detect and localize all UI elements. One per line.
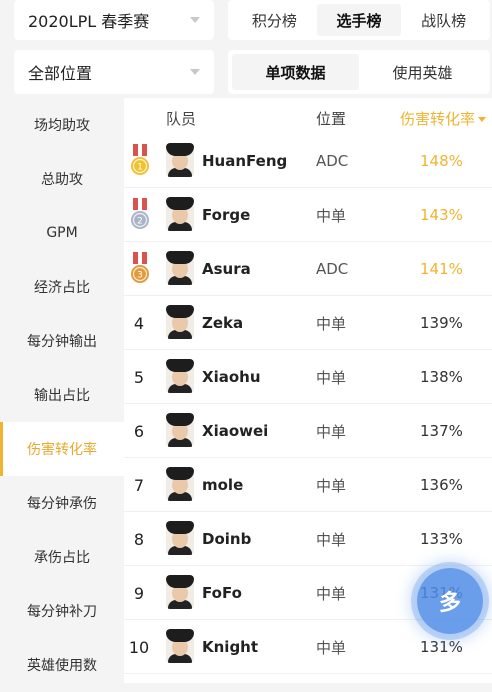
rank-number: 5 [133, 367, 145, 387]
medal-rank-number: 1 [137, 163, 143, 173]
ranking-tabs: 积分榜 选手榜 战队榜 [228, 0, 490, 40]
medal-silver-icon: 2 [131, 198, 149, 229]
season-select-value: 2020LPL 春季赛 [28, 12, 150, 31]
more-floating-label: 多 [438, 591, 461, 616]
sort-desc-icon [478, 117, 487, 122]
player-name: Knight [202, 638, 259, 656]
sidebar-item[interactable]: 每分钟输出 [0, 314, 124, 368]
table-row[interactable]: 7 mole 中单 136% [124, 458, 492, 512]
sidebar-item[interactable]: 总助攻 [0, 152, 124, 206]
sidebar-item[interactable]: 每分钟承伤 [0, 476, 124, 530]
player-position: ADC [316, 152, 349, 170]
chevron-down-icon [190, 17, 200, 23]
more-floating-button[interactable]: 多 [417, 568, 483, 634]
medal-gold-icon: 1 [131, 144, 149, 175]
header-stat-label: 伤害转化率 [400, 110, 476, 128]
sidebar-item[interactable]: 英雄使用数 [0, 638, 124, 692]
player-name: Zeka [202, 314, 244, 332]
table-row[interactable]: 2 Forge 中单 143% [124, 188, 492, 242]
player-position: 中单 [316, 476, 347, 495]
player-position: 中单 [316, 368, 347, 387]
table-row[interactable]: 8 Doinb 中单 133% [124, 512, 492, 566]
rank-number: 8 [133, 529, 145, 549]
player-position: 中单 [316, 422, 347, 441]
player-name: Asura [202, 260, 251, 278]
rank-number: 9 [133, 583, 145, 603]
table-row[interactable]: 3 Asura ADC 141% [124, 242, 492, 296]
stat-value: 133% [420, 530, 463, 548]
player-position: 中单 [316, 206, 347, 225]
player-name: mole [202, 476, 244, 494]
player-position: 中单 [316, 530, 347, 549]
player-name: Xiaohu [202, 368, 261, 386]
table-row[interactable]: 1 HuanFeng ADC 148% [124, 134, 492, 188]
player-avatar [166, 359, 194, 393]
stat-value: 143% [420, 206, 463, 224]
player-position: 中单 [316, 584, 347, 603]
header-player: 队员 [166, 110, 197, 128]
medal-rank-number: 2 [137, 217, 143, 227]
tab-teams[interactable]: 战队榜 [401, 4, 486, 36]
player-avatar [166, 629, 194, 663]
sidebar-item[interactable]: 经济占比 [0, 260, 124, 314]
stat-value: 139% [420, 314, 463, 332]
stat-value: 148% [420, 152, 463, 170]
position-select-value: 全部位置 [28, 64, 93, 83]
rank-number: 6 [133, 421, 145, 441]
table-row[interactable]: 6 Xiaowei 中单 137% [124, 404, 492, 458]
sidebar-item[interactable]: 输出占比 [0, 368, 124, 422]
sidebar-item[interactable]: 承伤占比 [0, 530, 124, 584]
player-position: 中单 [316, 638, 347, 657]
player-avatar [166, 305, 194, 339]
player-name: Xiaowei [202, 422, 269, 440]
stat-value: 138% [420, 368, 463, 386]
stat-value: 136% [420, 476, 463, 494]
player-name: FoFo [202, 584, 242, 602]
medal-bronze-icon: 3 [131, 252, 149, 283]
player-position: 中单 [316, 314, 347, 333]
header-stat-sort[interactable]: 伤害转化率 [400, 108, 487, 129]
stat-category-sidebar: 场均助攻 总助攻 GPM 经济占比 每分钟输出 输出占比 伤害转化率 每分钟承伤 承伤占比 每分钟… [0, 98, 124, 683]
player-avatar [166, 413, 194, 447]
player-name: Doinb [202, 530, 252, 548]
rank-number: 10 [128, 637, 150, 657]
season-select[interactable]: 2020LPL 春季赛 [14, 0, 214, 40]
row-divider [124, 673, 492, 674]
tab-players[interactable]: 选手榜 [316, 4, 402, 36]
sidebar-item[interactable]: 每分钟补刀 [0, 584, 124, 638]
stat-value: 137% [420, 422, 463, 440]
rank-number: 7 [133, 475, 145, 495]
sidebar-item[interactable]: 伤害转化率 [0, 422, 124, 476]
position-select[interactable]: 全部位置 [14, 50, 214, 94]
player-avatar [166, 251, 194, 285]
chevron-down-icon [190, 69, 200, 75]
data-type-tabs: 单项数据 使用英雄 [228, 50, 490, 94]
tab-single-stat[interactable]: 单项数据 [232, 54, 359, 90]
rank-number: 4 [133, 313, 145, 333]
player-name: HuanFeng [202, 152, 288, 170]
player-avatar [166, 521, 194, 555]
tab-standings[interactable]: 积分榜 [232, 4, 317, 36]
player-name: Forge [202, 206, 251, 224]
medal-rank-number: 3 [137, 271, 143, 281]
player-avatar [166, 575, 194, 609]
header-position: 位置 [316, 110, 347, 128]
table-row[interactable]: 5 Xiaohu 中单 138% [124, 350, 492, 404]
stat-value: 141% [420, 260, 463, 278]
sidebar-item[interactable]: GPM [0, 206, 124, 260]
tab-heroes-used[interactable]: 使用英雄 [359, 54, 486, 90]
player-avatar [166, 467, 194, 501]
sidebar-item[interactable]: 场均助攻 [0, 98, 124, 152]
player-position: ADC [316, 260, 349, 278]
player-avatar [166, 143, 194, 177]
player-avatar [166, 197, 194, 231]
table-row[interactable]: 4 Zeka 中单 139% [124, 296, 492, 350]
